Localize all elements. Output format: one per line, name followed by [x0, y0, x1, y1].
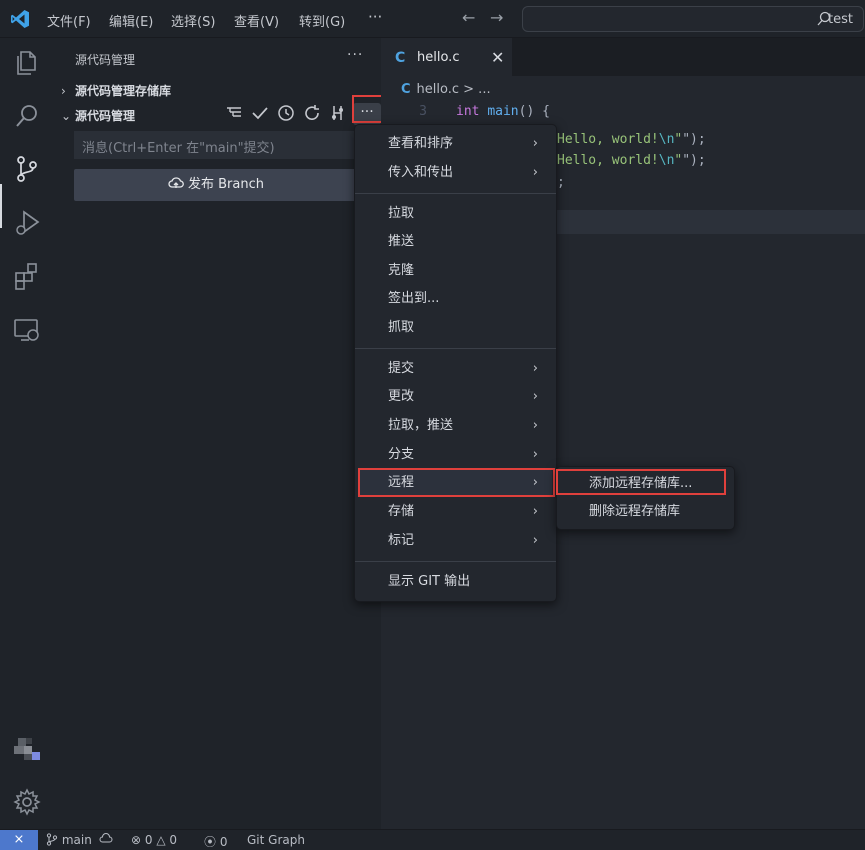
menu-separator [355, 561, 556, 562]
problems-status[interactable]: ⊗ 0 △ 0 [131, 833, 177, 847]
chevron-down-icon: ⌄ [61, 109, 72, 123]
chevron-right-icon: › [532, 136, 538, 151]
chevron-right-icon: › [532, 504, 538, 519]
cloud-upload-icon [168, 177, 184, 188]
chevron-right-icon: › [532, 165, 538, 180]
menu-edit[interactable]: 编辑(E) [109, 11, 153, 30]
ports-count: 0 [219, 835, 228, 849]
menu-item-changes[interactable]: 更改 › [359, 383, 552, 410]
remote-indicator-icon[interactable]: ⨯ [0, 830, 38, 850]
vscode-logo-icon [11, 10, 29, 28]
chevron-right-icon: › [532, 389, 538, 404]
menu-item-tags[interactable]: 标记 › [359, 527, 552, 554]
error-icon: ⊗ [131, 833, 142, 847]
git-graph-status[interactable]: Git Graph [247, 833, 305, 847]
settings-gear-icon[interactable] [12, 787, 42, 817]
chevron-right-icon: › [61, 84, 66, 98]
warning-count: 0 [169, 833, 178, 847]
extensions-icon[interactable] [12, 261, 42, 291]
breadcrumb-rest[interactable]: > ... [463, 82, 490, 97]
code-line: ; [557, 175, 565, 190]
scm-context-menu: 查看和排序 › 传入和传出 › 拉取 推送 克隆 签出到... 抓取 提交 › 更改 ›… [354, 124, 557, 602]
remote-explorer-icon[interactable] [12, 315, 42, 345]
search-view-icon[interactable] [12, 101, 42, 131]
commit-message-input[interactable]: 消息(Ctrl+Enter 在"main"提交) [74, 131, 358, 159]
publish-branch-label: 发布 Branch [188, 177, 264, 192]
menu-item-remove-remote[interactable]: 删除远程存储库 [561, 498, 730, 525]
chevron-right-icon: › [532, 447, 538, 462]
chevron-right-icon: › [532, 418, 538, 433]
explorer-icon[interactable] [12, 48, 42, 78]
highlight-box-add-remote [556, 469, 726, 495]
menu-item-commit[interactable]: 提交 › [359, 355, 552, 382]
cloud-upload-icon [99, 833, 113, 843]
section-repositories[interactable]: › 源代码管理存储库 [61, 82, 171, 99]
c-language-icon: C [401, 82, 411, 97]
code-line: Hello, world!\n""); [557, 153, 706, 168]
error-count: 0 [144, 833, 153, 847]
history-icon[interactable] [277, 104, 295, 122]
editor-tab-bar: C hello.c ✕ [381, 38, 865, 76]
menu-more[interactable]: ··· [368, 8, 382, 26]
tab-label: hello.c [417, 50, 460, 65]
refresh-icon[interactable] [303, 104, 321, 122]
menu-item-pull-push[interactable]: 拉取，推送 › [359, 412, 552, 439]
forward-arrow-icon[interactable]: → [490, 8, 503, 27]
highlight-box-remote [358, 468, 555, 497]
breadcrumb: Chello.c > ... [401, 82, 491, 97]
line-number: 3 [419, 104, 427, 119]
menu-item-fetch[interactable]: 抓取 [359, 314, 552, 341]
code-line: int main() { [456, 104, 550, 119]
menu-go[interactable]: 转到(G) [299, 11, 345, 30]
back-arrow-icon[interactable]: ← [462, 8, 475, 27]
view-as-tree-icon[interactable] [225, 104, 243, 122]
warning-icon: △ [156, 833, 166, 847]
ports-status[interactable]: ⦿ 0 [204, 833, 227, 850]
active-indicator [0, 184, 2, 228]
activity-bar [0, 38, 53, 829]
menu-item-pull[interactable]: 拉取 [359, 200, 552, 227]
account-avatar[interactable] [12, 734, 42, 764]
section-source-control[interactable]: ⌄ 源代码管理 [61, 107, 135, 124]
section-source-control-label: 源代码管理 [75, 109, 136, 123]
commit-check-icon[interactable] [251, 104, 269, 122]
chevron-right-icon: › [532, 361, 538, 376]
menu-item-clone[interactable]: 克隆 [359, 257, 552, 284]
menu-selection[interactable]: 选择(S) [171, 11, 215, 30]
command-center-search[interactable]: test [522, 6, 864, 32]
section-repositories-label: 源代码管理存储库 [75, 84, 172, 98]
menu-item-push[interactable]: 推送 [359, 228, 552, 255]
git-graph-icon[interactable] [329, 104, 347, 122]
code-line: Hello, world!\n""); [557, 132, 706, 147]
c-language-icon: C [395, 50, 406, 66]
menu-separator [355, 193, 556, 194]
tab-hello-c[interactable]: C hello.c ✕ [381, 38, 512, 76]
sidebar-title: 源代码管理 [75, 53, 136, 67]
status-bar: ⨯ main ⊗ 0 △ 0 ⦿ 0 Git Graph [0, 829, 865, 850]
chevron-right-icon: › [532, 533, 538, 548]
menu-view[interactable]: 查看(V) [234, 11, 279, 30]
menu-item-incoming-outgoing[interactable]: 传入和传出 › [359, 159, 552, 186]
run-debug-icon[interactable] [12, 208, 42, 238]
menu-item-view-sort[interactable]: 查看和排序 › [359, 130, 552, 157]
publish-branch-button[interactable]: 发布 Branch [74, 169, 358, 201]
menu-file[interactable]: 文件(F) [47, 11, 91, 30]
breadcrumb-file[interactable]: hello.c [417, 82, 459, 97]
branch-name: main [61, 833, 92, 847]
menu-item-stash[interactable]: 存储 › [359, 498, 552, 525]
source-control-icon[interactable] [12, 154, 42, 184]
broadcast-icon: ⦿ [204, 835, 217, 849]
sidebar-more-button[interactable]: ··· [347, 47, 363, 63]
menu-item-branch[interactable]: 分支 › [359, 441, 552, 468]
title-bar: 文件(F) 编辑(E) 选择(S) 查看(V) 转到(G) ··· ← → te… [0, 0, 865, 38]
search-text: test [828, 12, 853, 27]
menu-item-checkout[interactable]: 签出到... [359, 285, 552, 312]
menu-separator [355, 348, 556, 349]
close-icon[interactable]: ✕ [491, 48, 504, 67]
menu-item-show-git-output[interactable]: 显示 GIT 输出 [359, 568, 552, 595]
source-control-sidebar: 源代码管理 ··· › 源代码管理存储库 ⌄ 源代码管理 ··· 消息(Ctrl+E… [53, 38, 388, 829]
branch-status[interactable]: main [46, 833, 113, 847]
git-branch-icon [46, 833, 58, 846]
